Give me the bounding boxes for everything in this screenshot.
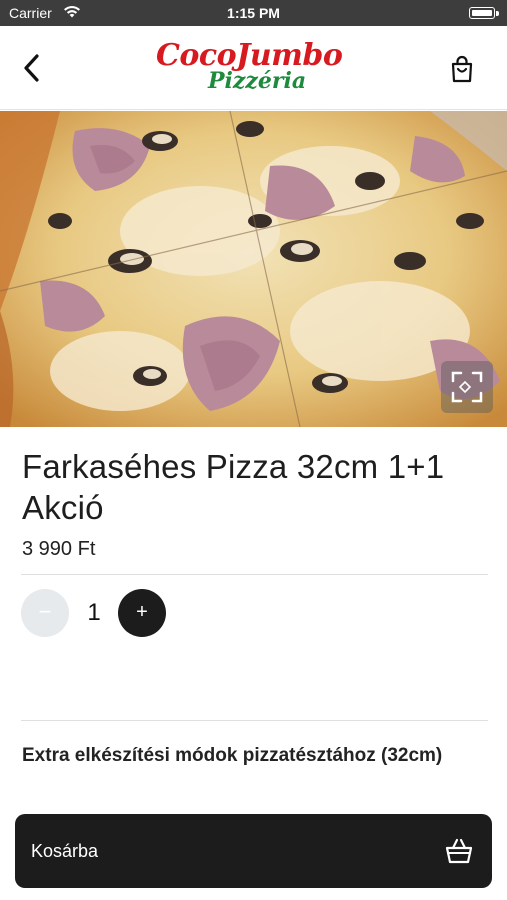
nav-bar: CocoJumbo Pizzéria xyxy=(0,26,507,110)
status-bar: Carrier 1:15 PM xyxy=(0,0,507,26)
expand-image-button[interactable] xyxy=(441,361,493,413)
back-chevron-icon[interactable] xyxy=(18,50,48,86)
status-time: 1:15 PM xyxy=(227,5,280,21)
expand-image-icon xyxy=(451,371,483,403)
decrease-quantity-button[interactable]: − xyxy=(21,589,69,637)
options-section-title: Extra elkészítési módok pizzatésztához (… xyxy=(22,745,443,766)
brand-logo: CocoJumbo Pizzéria xyxy=(156,34,343,104)
divider xyxy=(21,720,488,721)
increase-quantity-button[interactable]: + xyxy=(118,589,166,637)
add-to-cart-label: Kosárba xyxy=(31,841,99,861)
divider xyxy=(21,574,488,575)
product-price: 3 990 Ft xyxy=(22,538,96,560)
battery-tip xyxy=(496,11,499,16)
add-to-cart-button[interactable]: Kosárba xyxy=(15,814,492,888)
basket-icon xyxy=(445,838,473,864)
quantity-value: 1 xyxy=(87,599,101,626)
pizza-photo xyxy=(0,111,507,427)
product-title: Farkaséhes Pizza 32cm 1+1 Akció xyxy=(22,448,445,526)
logo-line2: Pizzéria xyxy=(208,68,307,94)
battery-icon xyxy=(469,7,495,19)
shopping-bag-icon[interactable] xyxy=(447,54,477,84)
product-image xyxy=(0,111,507,427)
scroll-fade xyxy=(0,768,507,808)
